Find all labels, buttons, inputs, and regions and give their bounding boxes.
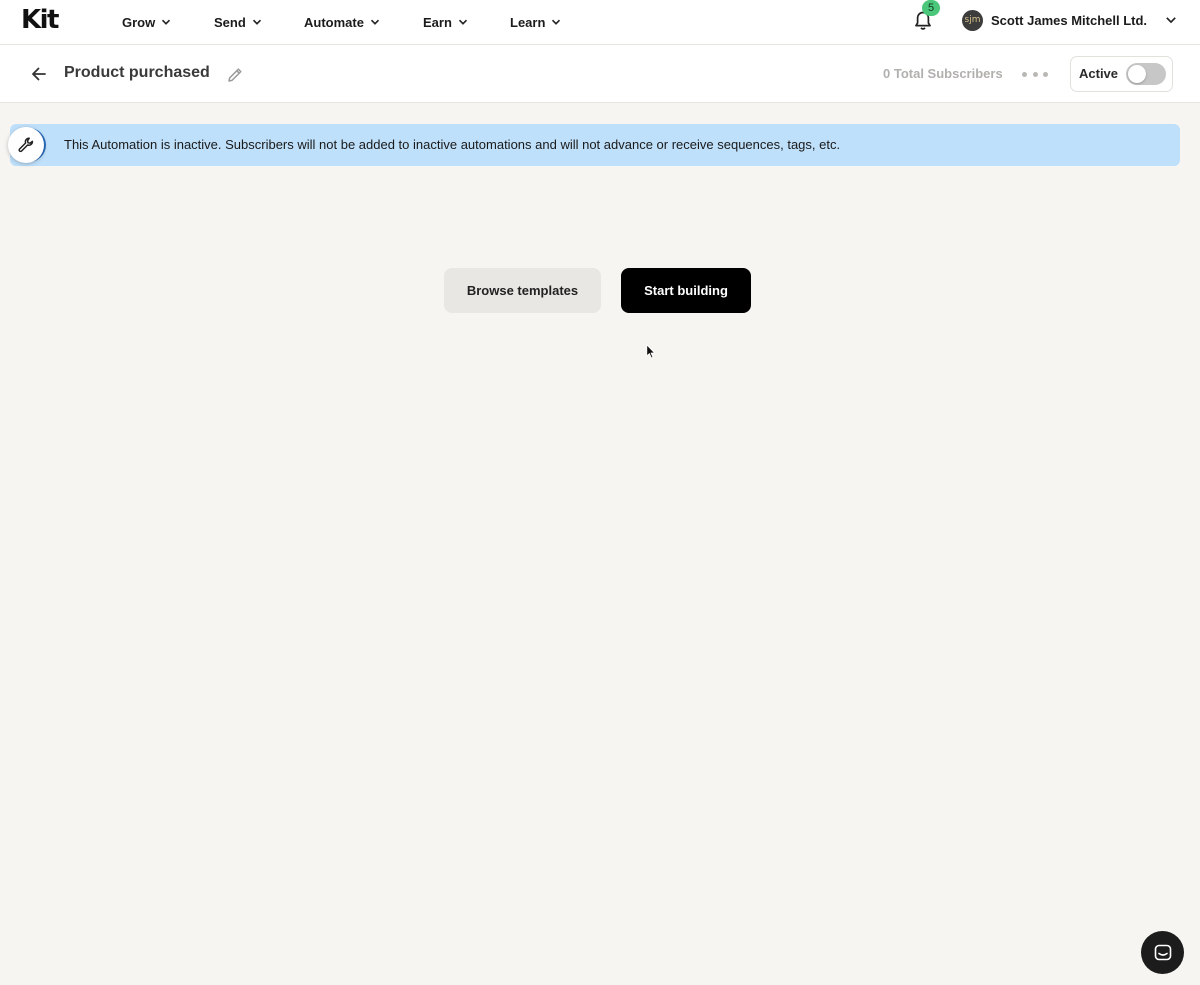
wrench-icon[interactable] <box>8 127 44 163</box>
subscriber-count: 0 Total Subscribers <box>883 66 1003 81</box>
chat-icon[interactable] <box>1141 931 1184 974</box>
top-navigation: Kit Grow Send Automate Earn Learn 5 sjm … <box>0 0 1200 45</box>
banner-message: This Automation is inactive. Subscribers… <box>64 137 841 152</box>
nav-learn-label: Learn <box>510 14 546 30</box>
avatar: sjm <box>962 9 983 31</box>
more-options-icon[interactable] <box>1022 67 1048 81</box>
start-building-button[interactable]: Start building <box>621 268 751 313</box>
automation-header: Product purchased 0 Total Subscribers Ac… <box>0 45 1200 103</box>
account-menu[interactable]: sjm Scott James Mitchell Ltd. <box>962 9 1177 31</box>
chevron-down-icon <box>551 17 561 27</box>
nav-automate[interactable]: Automate <box>304 12 380 32</box>
browse-templates-button[interactable]: Browse templates <box>444 268 601 313</box>
nav-automate-label: Automate <box>304 14 364 30</box>
nav-earn-label: Earn <box>423 14 452 30</box>
active-label: Active <box>1079 66 1119 81</box>
nav-grow[interactable]: Grow <box>122 12 171 32</box>
account-name: Scott James Mitchell Ltd. <box>991 12 1148 28</box>
chevron-down-icon <box>1165 14 1177 26</box>
page-title: Product purchased <box>64 64 210 81</box>
inactive-banner: This Automation is inactive. Subscribers… <box>10 124 1180 166</box>
nav-learn[interactable]: Learn <box>510 12 561 32</box>
toggle-knob <box>1128 65 1146 83</box>
kit-logo[interactable]: Kit <box>21 7 60 33</box>
chevron-down-icon <box>252 17 262 27</box>
nav-grow-label: Grow <box>122 14 156 30</box>
nav-earn[interactable]: Earn <box>423 12 468 32</box>
back-arrow-icon[interactable] <box>29 64 49 84</box>
nav-send-label: Send <box>214 14 246 30</box>
chevron-down-icon <box>161 17 171 27</box>
nav-send[interactable]: Send <box>214 12 262 32</box>
chevron-down-icon <box>458 17 468 27</box>
active-toggle[interactable] <box>1126 63 1166 85</box>
chevron-down-icon <box>370 17 380 27</box>
active-toggle-container: Active <box>1070 56 1173 92</box>
mouse-pointer-icon <box>646 344 656 359</box>
pencil-icon[interactable] <box>226 66 244 84</box>
notification-badge: 5 <box>922 0 940 16</box>
